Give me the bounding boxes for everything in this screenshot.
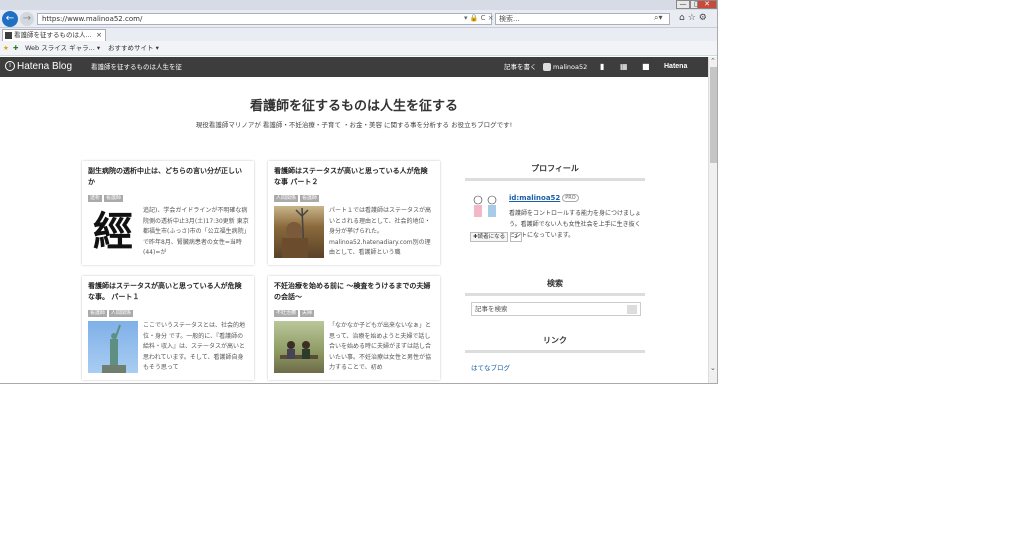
write-article-link[interactable]: 記事を書く (504, 63, 537, 71)
profile-heading: プロフィール (465, 163, 645, 181)
favorites-bar: ★ ✚ Web スライス ギャラ... ▾ おすすめサイト ▾ (0, 41, 717, 56)
user-menu[interactable]: malinoa52 (543, 62, 587, 72)
search-submit-button[interactable] (627, 305, 637, 314)
statue-of-liberty-image (102, 324, 126, 373)
hatena-blog-logo[interactable]: i Hatena Blog (5, 61, 72, 73)
article-excerpt: 「なかなか子どもが出来ないなぁ」と思って、治療を始めようと夫婦で話し合いを始める… (329, 322, 432, 371)
link-hatena-blog[interactable]: はてなブログ (471, 362, 510, 372)
forward-button[interactable]: → (20, 12, 34, 26)
toolbar-icons[interactable]: ⌂☆⚙ (679, 13, 710, 23)
links-heading: リンク (465, 335, 645, 353)
article-tag[interactable]: 人間関係 (109, 310, 134, 317)
article-tag[interactable]: 看護師 (300, 195, 320, 202)
favicon-icon (5, 32, 12, 39)
search-heading: 検索 (465, 278, 645, 296)
url-input[interactable]: https://www.malinoa52.com/ (37, 13, 492, 25)
article-title[interactable]: 看護師はステータスが高いと思っている人が危険な事 パート２ (274, 166, 434, 188)
bookmark-icon[interactable]: ▮ (600, 62, 604, 72)
article-tag[interactable]: 看護師 (88, 310, 108, 317)
article-card[interactable]: 看護師はステータスが高いと思っている人が危険な事。 パート１ 看護師 人間関係 こ… (82, 276, 254, 380)
couple-bench-image (280, 341, 318, 359)
browser-window: — ▢ ✕ ← → https://www.malinoa52.com/ ▾ 🔒… (0, 0, 718, 384)
article-tag[interactable]: 不妊治療 (274, 310, 299, 317)
article-title[interactable]: 不妊治療を始める前に 〜検査をうけるまでの夫婦の会話〜 (274, 281, 434, 303)
article-card[interactable]: 不妊治療を始める前に 〜検査をうけるまでの夫婦の会話〜 不妊治療 夫婦 「なかなか… (268, 276, 440, 380)
tab-close-icon[interactable]: × (96, 30, 102, 41)
article-card[interactable]: 看護師はステータスが高いと思っている人が危険な事 パート２ 人間関係 看護師 パー… (268, 161, 440, 265)
reader-count: 2 (510, 232, 522, 242)
blog-description: 現役看護師マリノアが 看護師・不妊治療・子育て ・お金・美容 に関する事を分析す… (195, 121, 513, 129)
article-tag[interactable]: 看護師 (104, 195, 124, 202)
sidebar-search: 検索 記事を検索 (465, 278, 645, 324)
browser-search-input[interactable]: 検索... (495, 13, 670, 25)
avatar (543, 63, 551, 71)
profile-avatar[interactable] (470, 193, 500, 225)
article-thumbnail[interactable] (88, 321, 138, 373)
notification-icon[interactable]: ■ (642, 62, 650, 72)
article-thumbnail[interactable] (274, 321, 324, 373)
article-thumbnail[interactable] (274, 206, 324, 258)
close-icon[interactable]: ✕ (697, 0, 717, 9)
tab-row: 看護師を征するものは人... × (0, 28, 717, 41)
statue-image (282, 207, 309, 258)
article-title[interactable]: 副生病院の透析中止は、どちらの言い分が正しいか (88, 166, 248, 188)
blog-title[interactable]: 看護師を征するものは人生を征する (0, 95, 708, 114)
vertical-scrollbar[interactable]: ⌃ ⌄ (708, 57, 717, 383)
profile-id-link[interactable]: id:malinoa52 PRO (509, 194, 579, 202)
pro-badge: PRO (562, 194, 579, 202)
info-icon: i (5, 61, 15, 71)
minimize-icon[interactable]: — (676, 0, 690, 9)
back-button[interactable]: ← (2, 11, 18, 27)
article-tag[interactable]: 夫婦 (300, 310, 315, 317)
favorite-item-suggested[interactable]: おすすめサイト ▾ (108, 41, 159, 56)
url-actions-icon[interactable]: ▾ 🔒 C × (464, 13, 494, 24)
search-icon[interactable]: ⌕▾ (654, 13, 663, 23)
article-excerpt: ここでいうステータスとは、社会的地位・身分 です。一般的に、『看護師の給料・収入… (143, 322, 246, 371)
nurse-illustration (473, 195, 497, 217)
scroll-down-icon[interactable]: ⌄ (710, 364, 716, 372)
hatena-bar-blog-name[interactable]: 看護師を征するものは人生を征 (91, 63, 182, 71)
hatena-bar: i Hatena Blog 看護師を征するものは人生を征 記事を書く malino… (0, 57, 708, 77)
article-excerpt: 追記)、学会ガイドラインが不明確な病院側の透析中止3月(土)17:30更新 東京… (143, 207, 249, 256)
tab-active[interactable]: 看護師を征するものは人... × (2, 29, 106, 41)
sidebar-profile: プロフィール id:malinoa52 PRO 看護師をコントロールする能力を身に… (465, 163, 645, 263)
sidebar-links: リンク はてなブログ (465, 335, 645, 375)
add-favorite-icon[interactable]: ✚ (13, 41, 18, 56)
reader-widget: ✚読者になる 2 (470, 232, 522, 242)
favorites-star-icon[interactable]: ★ (3, 41, 9, 56)
grid-icon[interactable]: ▦ (620, 62, 628, 72)
hatena-link[interactable]: Hatena (664, 63, 687, 71)
address-bar: ← → https://www.malinoa52.com/ ▾ 🔒 C × 検… (0, 10, 717, 28)
scrollbar-thumb[interactable] (710, 67, 717, 163)
scroll-up-icon[interactable]: ⌃ (710, 57, 716, 65)
article-tag[interactable]: 透析 (88, 195, 103, 202)
tab-title: 看護師を征するものは人... (14, 31, 92, 39)
favorite-item-webslice[interactable]: Web スライス ギャラ... ▾ (25, 41, 100, 56)
page-content: i Hatena Blog 看護師を征するものは人生を征 記事を書く malino… (0, 57, 708, 383)
article-title[interactable]: 看護師はステータスが高いと思っている人が危険な事。 パート１ (88, 281, 248, 303)
article-thumbnail[interactable]: 經 (88, 206, 138, 258)
become-reader-button[interactable]: ✚読者になる (470, 232, 509, 242)
profile-text: 看護師をコントロールする能力を身につけましょう。看護師でない人も女性社会を上手に… (509, 210, 642, 239)
article-excerpt: パート１では看護師はステータスが高いとされる理由として、社会的地位・身分が挙げら… (329, 207, 432, 256)
title-bar: — ▢ ✕ (0, 0, 717, 10)
article-search-input[interactable]: 記事を検索 (471, 302, 641, 316)
article-card[interactable]: 副生病院の透析中止は、どちらの言い分が正しいか 透析 看護師 經 追記)、学会ガイ… (82, 161, 254, 265)
article-tag[interactable]: 人間関係 (274, 195, 299, 202)
